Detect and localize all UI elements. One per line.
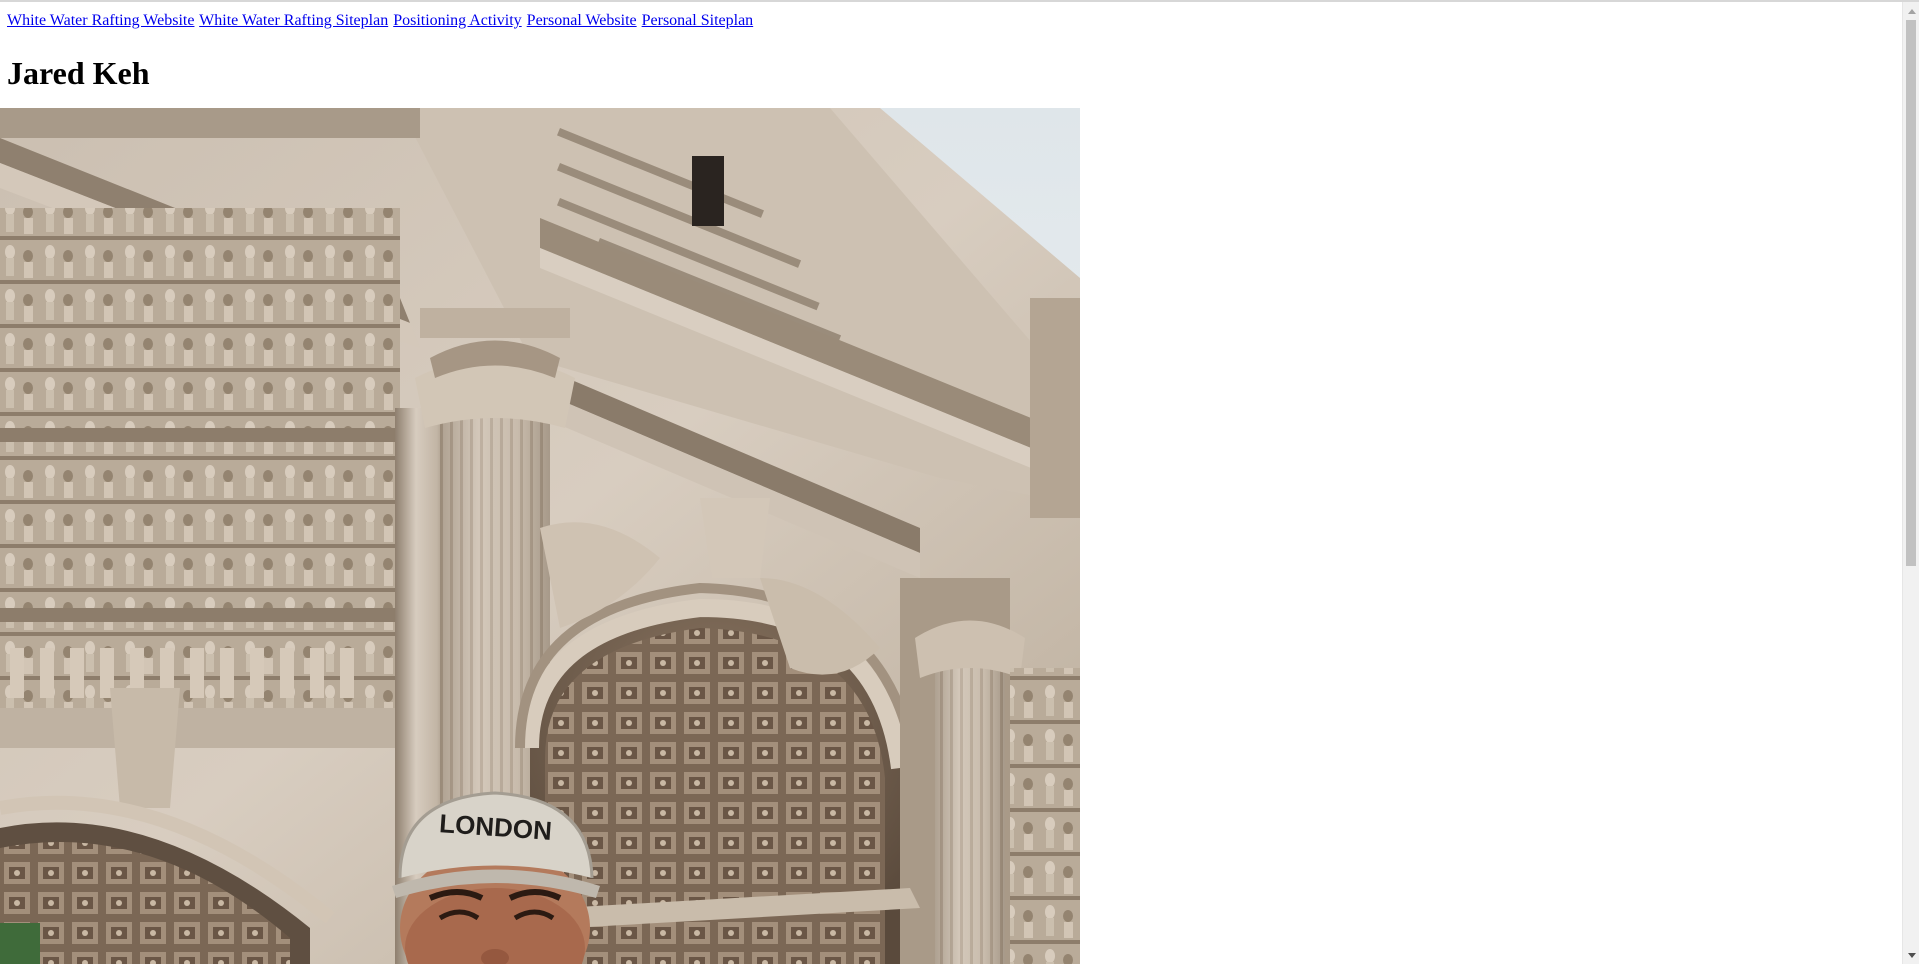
nav-link-positioning-activity[interactable]: Positioning Activity — [393, 12, 521, 29]
page-content: White Water Rafting Website White Water … — [7, 2, 1897, 91]
browser-page: White Water Rafting Website White Water … — [0, 0, 1919, 964]
nav-link-personal-siteplan[interactable]: Personal Siteplan — [642, 12, 754, 29]
profile-photo: LONDON — [0, 108, 1080, 964]
scroll-down-arrow-icon[interactable] — [1903, 948, 1919, 962]
top-nav: White Water Rafting Website White Water … — [7, 11, 1897, 31]
nav-link-white-water-rafting-website[interactable]: White Water Rafting Website — [7, 12, 194, 29]
nav-link-personal-website[interactable]: Personal Website — [527, 12, 637, 29]
scroll-thumb[interactable] — [1906, 20, 1916, 566]
scroll-up-arrow-icon[interactable] — [1903, 4, 1919, 18]
page-title: Jared Keh — [7, 55, 150, 91]
person-figure: LONDON — [392, 791, 600, 964]
nav-link-white-water-rafting-siteplan[interactable]: White Water Rafting Siteplan — [199, 12, 388, 29]
vertical-scrollbar[interactable] — [1902, 2, 1919, 964]
